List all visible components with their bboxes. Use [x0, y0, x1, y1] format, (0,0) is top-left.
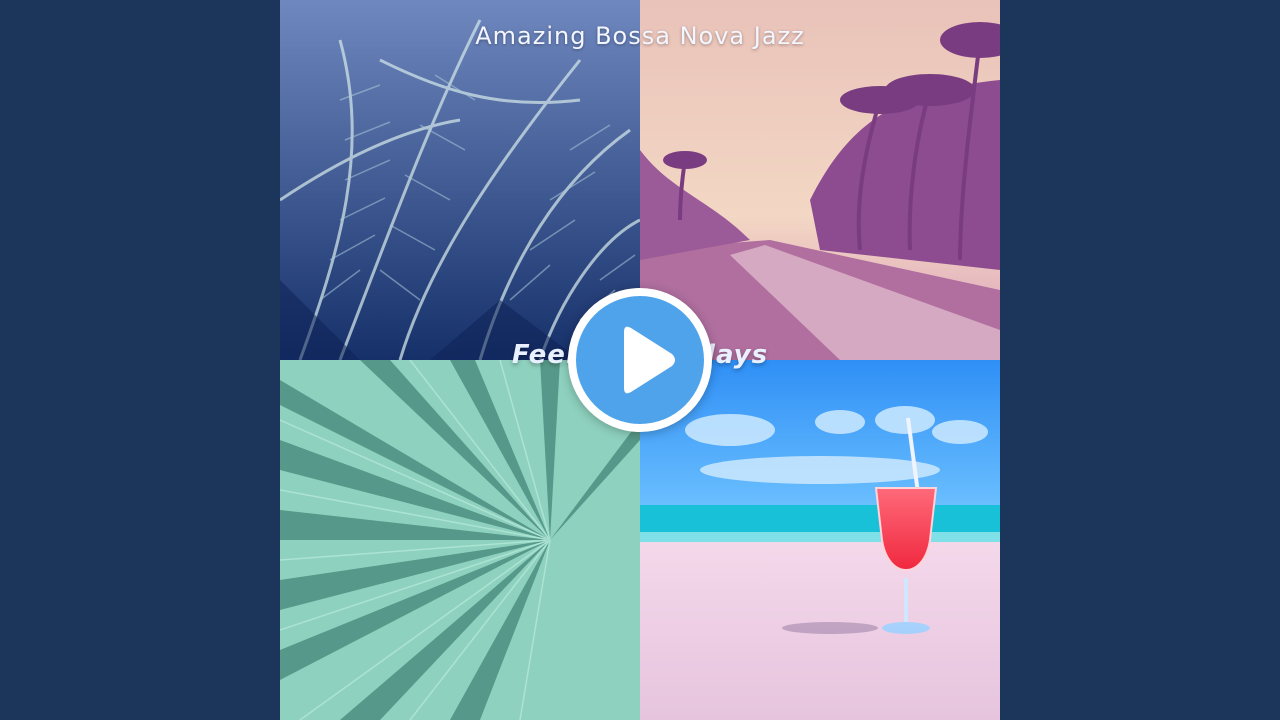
play-button[interactable]: [568, 288, 712, 432]
play-button-fill: [576, 296, 704, 424]
play-icon: [624, 326, 675, 394]
artist-title: Amazing Bossa Nova Jazz: [475, 22, 805, 50]
